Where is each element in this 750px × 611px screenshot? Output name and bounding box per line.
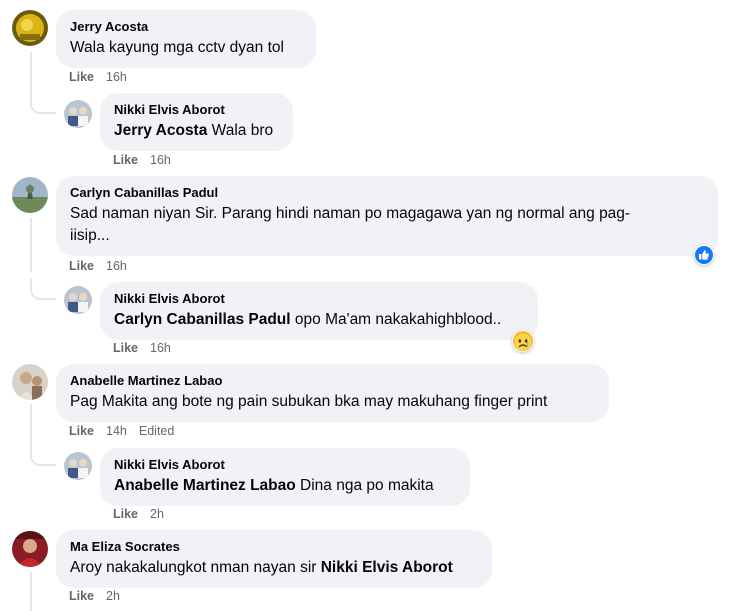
comment-bubble: Anabelle Martinez Labao Pag Makita ang b… [56, 364, 609, 422]
avatar[interactable] [64, 286, 92, 314]
like-button[interactable]: Like [113, 341, 138, 355]
comment-text: Wala kayung mga cctv dyan tol [70, 39, 284, 56]
avatar[interactable] [12, 10, 48, 46]
mention-link[interactable]: Jerry Acosta [114, 122, 207, 139]
like-button[interactable]: Like [113, 153, 138, 167]
avatar-group-icon [64, 100, 92, 128]
comment-actions: Like 2h [113, 507, 176, 521]
comment-text-line: Sad naman niyan Sir. Parang hindi naman … [70, 205, 631, 222]
avatar-yellow-icon [12, 10, 48, 46]
reply-connector [30, 278, 56, 300]
comment-text: Carlyn Cabanillas Padul opo Ma'am nakaka… [114, 309, 524, 331]
thread-line [30, 404, 32, 448]
comment-text: Pag Makita ang bote ng pain subukan bka … [70, 393, 548, 410]
comment-text-line: iisip... [70, 227, 110, 244]
comment-bubble: Nikki Elvis Aborot Jerry Acosta Wala bro [100, 93, 293, 151]
like-button[interactable]: Like [113, 507, 138, 521]
timestamp[interactable]: 16h [106, 259, 127, 273]
comment-bubble: Carlyn Cabanillas Padul Sad naman niyan … [56, 176, 718, 256]
like-reaction-icon [695, 246, 713, 264]
comment-thread: Jerry Acosta Wala kayung mga cctv dyan t… [0, 0, 750, 611]
like-button[interactable]: Like [69, 259, 94, 273]
comment-bubble: Nikki Elvis Aborot Carlyn Cabanillas Pad… [100, 282, 538, 340]
comment-text: Jerry Acosta Wala bro [114, 120, 279, 142]
comment-actions: Like 16h [113, 341, 183, 355]
comment-body: Dina nga po makita [300, 477, 434, 494]
like-button[interactable]: Like [69, 424, 94, 438]
comment-body: Aroy nakakalungkot nman nayan sir [70, 559, 317, 576]
avatar[interactable] [12, 177, 48, 213]
sad-reaction-icon [513, 331, 533, 351]
comment-actions: Like 16h [113, 153, 183, 167]
avatar-person-icon [12, 364, 48, 400]
edited-label[interactable]: Edited [139, 424, 174, 438]
comment-bubble: Jerry Acosta Wala kayung mga cctv dyan t… [56, 10, 316, 68]
comment-author[interactable]: Carlyn Cabanillas Padul [70, 184, 704, 201]
comment-body: Wala bro [211, 122, 274, 139]
reply-connector [30, 444, 56, 466]
comment-author[interactable]: Anabelle Martinez Labao [70, 372, 595, 389]
comment-bubble: Ma Eliza Socrates Aroy nakakalungkot nma… [56, 530, 492, 588]
avatar-group-icon [64, 452, 92, 480]
comment-text: Anabelle Martinez Labao Dina nga po maki… [114, 475, 456, 497]
thread-line [30, 52, 32, 96]
comment-author[interactable]: Nikki Elvis Aborot [114, 456, 456, 473]
avatar[interactable] [64, 100, 92, 128]
comment-actions: Like 14h Edited [69, 424, 174, 438]
thread-line [30, 218, 32, 272]
like-button[interactable]: Like [69, 70, 94, 84]
comment-author[interactable]: Nikki Elvis Aborot [114, 101, 279, 118]
timestamp[interactable]: 16h [150, 153, 171, 167]
comment-text: Sad naman niyan Sir. Parang hindi naman … [70, 203, 704, 247]
avatar-group-icon [64, 286, 92, 314]
timestamp[interactable]: 14h [106, 424, 127, 438]
timestamp[interactable]: 16h [150, 341, 171, 355]
timestamp[interactable]: 16h [106, 70, 127, 84]
comment-body: opo Ma'am nakakahighblood.. [294, 311, 502, 328]
comment-author[interactable]: Jerry Acosta [70, 18, 302, 35]
mention-link[interactable]: Nikki Elvis Aborot [321, 559, 453, 576]
avatar[interactable] [12, 364, 48, 400]
comment-text: Aroy nakakalungkot nman nayan sir Nikki … [70, 557, 478, 579]
comment-actions: Like 2h [69, 589, 132, 603]
mention-link[interactable]: Carlyn Cabanillas Padul [114, 311, 291, 328]
avatar[interactable] [64, 452, 92, 480]
comment-actions: Like 16h [69, 259, 139, 273]
comment-author[interactable]: Nikki Elvis Aborot [114, 290, 524, 307]
avatar[interactable] [12, 531, 48, 567]
timestamp[interactable]: 2h [106, 589, 120, 603]
comment-bubble: Nikki Elvis Aborot Anabelle Martinez Lab… [100, 448, 470, 506]
mention-link[interactable]: Anabelle Martinez Labao [114, 477, 296, 494]
timestamp[interactable]: 2h [150, 507, 164, 521]
reply-connector [30, 92, 56, 114]
avatar-landscape-icon [12, 177, 48, 213]
thread-line [30, 572, 32, 611]
reaction-badge[interactable] [512, 330, 534, 352]
like-button[interactable]: Like [69, 589, 94, 603]
avatar-red-icon [12, 531, 48, 567]
comment-author[interactable]: Ma Eliza Socrates [70, 538, 478, 555]
comment-actions: Like 16h [69, 70, 139, 84]
reaction-badge[interactable] [694, 245, 714, 265]
